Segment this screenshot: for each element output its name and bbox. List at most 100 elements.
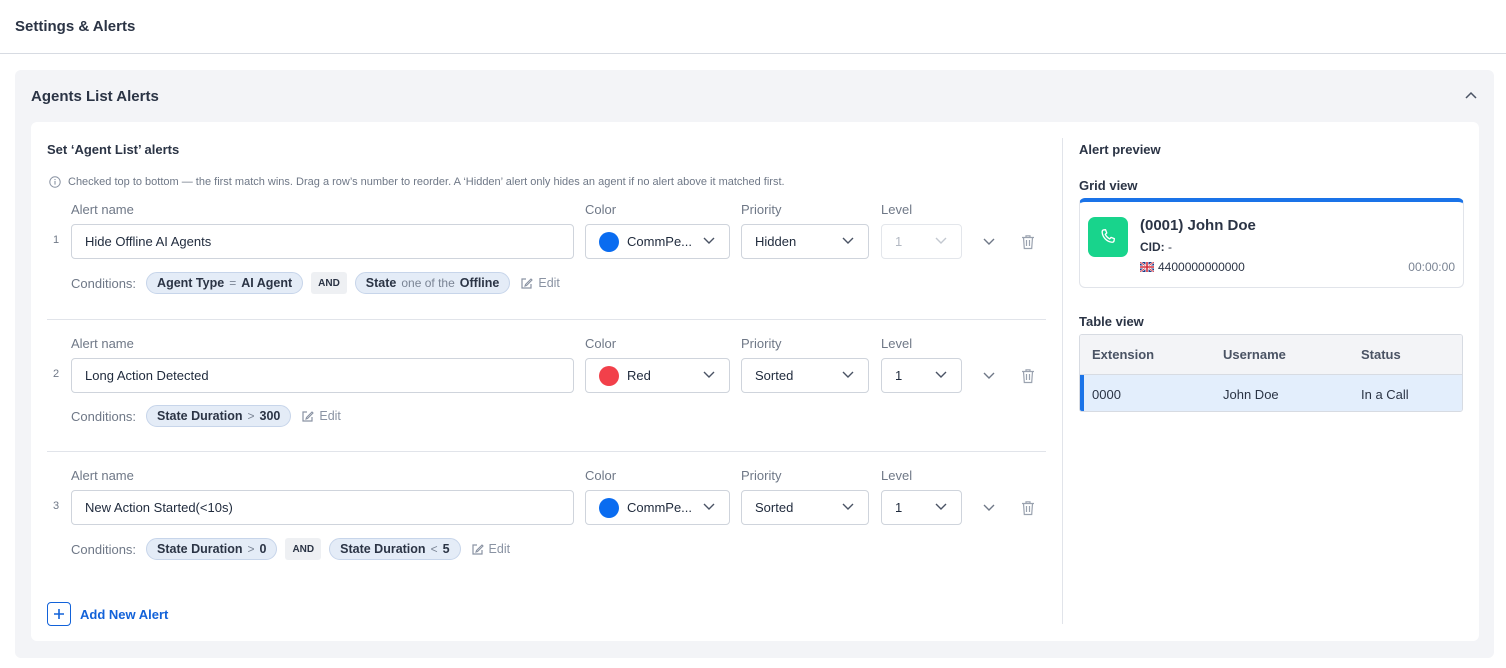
- color-value: Red: [627, 368, 651, 383]
- priority-label: Priority: [741, 468, 782, 483]
- trash-icon[interactable]: [1021, 500, 1035, 516]
- level-label: Level: [881, 468, 913, 483]
- conditions-row: Conditions: State Duration > 0 AND State…: [71, 538, 510, 560]
- info-line: Checked top to bottom — the first match …: [49, 176, 785, 188]
- preview-title: Alert preview: [1079, 142, 1161, 157]
- uk-flag-icon: [1140, 262, 1154, 272]
- priority-select[interactable]: Sorted: [741, 490, 869, 525]
- level-value: 1: [895, 368, 903, 383]
- table-header: Extension Username Status: [1080, 335, 1462, 375]
- cell-extension: 0000: [1092, 387, 1121, 402]
- condition-chip[interactable]: State Duration > 0: [146, 538, 278, 560]
- call-timer: 00:00:00: [1408, 260, 1455, 274]
- chevron-down-icon: [935, 237, 947, 244]
- expand-chevron-icon[interactable]: [982, 236, 996, 248]
- color-swatch: [599, 497, 619, 518]
- header-status: Status: [1361, 347, 1401, 362]
- condition-operator: one of the: [401, 276, 455, 290]
- expand-chevron-icon[interactable]: [982, 370, 996, 382]
- info-text: Checked top to bottom — the first match …: [68, 176, 785, 188]
- edit-conditions-button[interactable]: Edit: [301, 409, 341, 423]
- conditions-label: Conditions:: [71, 275, 137, 291]
- alert-name-label: Alert name: [71, 202, 134, 217]
- grid-view-title: Grid view: [1079, 178, 1138, 193]
- color-swatch: [599, 231, 619, 252]
- cell-status: In a Call: [1361, 387, 1409, 402]
- cell-username: John Doe: [1223, 387, 1279, 402]
- condition-value: 300: [259, 409, 281, 423]
- color-select[interactable]: CommPe...: [585, 490, 730, 525]
- condition-chip[interactable]: State one of the Offline: [354, 272, 511, 294]
- agent-name: (0001) John Doe: [1140, 217, 1256, 234]
- color-label: Color: [585, 468, 617, 483]
- condition-field: State Duration: [157, 409, 243, 423]
- cid-label: CID:: [1140, 240, 1165, 254]
- trash-icon[interactable]: [1021, 368, 1035, 384]
- chevron-down-icon: [703, 503, 715, 510]
- priority-value: Sorted: [755, 368, 794, 383]
- vertical-divider: [1062, 138, 1063, 624]
- condition-operator: =: [229, 276, 237, 290]
- condition-field: State Duration: [340, 542, 426, 556]
- chevron-down-icon: [703, 237, 715, 244]
- editor-title: Set ‘Agent List’ alerts: [47, 142, 180, 157]
- cid-value: -: [1168, 240, 1173, 254]
- alerts-card: Set ‘Agent List’ alerts Checked top to b…: [31, 122, 1479, 641]
- level-label: Level: [881, 202, 913, 217]
- color-select[interactable]: CommPe...: [585, 224, 730, 259]
- agents-list-alerts-panel: Agents List Alerts Set ‘Agent List’ aler…: [15, 70, 1494, 658]
- edit-icon: [302, 410, 315, 422]
- condition-value: 5: [442, 542, 450, 556]
- condition-chip[interactable]: State Duration > 300: [146, 405, 292, 427]
- edit-conditions-button[interactable]: Edit: [520, 276, 560, 290]
- drag-handle-number[interactable]: 2: [53, 368, 59, 380]
- chevron-down-icon: [703, 371, 715, 378]
- color-swatch: [599, 365, 619, 386]
- edit-label: Edit: [538, 276, 560, 290]
- trash-icon[interactable]: [1021, 234, 1035, 250]
- chevron-down-icon: [935, 371, 947, 378]
- condition-chip[interactable]: State Duration < 5: [329, 538, 461, 560]
- level-value: 1: [895, 500, 903, 515]
- priority-select[interactable]: Sorted: [741, 358, 869, 393]
- condition-operator: <: [430, 542, 438, 556]
- drag-handle-number[interactable]: 1: [53, 234, 59, 246]
- add-new-alert-button[interactable]: Add New Alert: [47, 602, 168, 626]
- and-tag: AND: [285, 538, 322, 560]
- table-row[interactable]: 0000 John Doe In a Call: [1080, 375, 1462, 411]
- edit-label: Edit: [319, 409, 341, 423]
- edit-label: Edit: [488, 542, 511, 556]
- plus-icon: [47, 602, 71, 626]
- info-icon: [49, 176, 61, 188]
- level-select[interactable]: 1: [881, 358, 962, 393]
- priority-value: Sorted: [755, 500, 794, 515]
- chevron-up-icon[interactable]: [1464, 88, 1478, 102]
- alert-row-2: 2 Alert name Long Action Detected Color …: [47, 324, 1046, 454]
- conditions-label: Conditions:: [71, 408, 137, 424]
- alert-name-input[interactable]: Long Action Detected: [71, 358, 574, 393]
- condition-operator: >: [247, 409, 255, 423]
- alert-row-3: 3 Alert name New Action Started(<10s) Co…: [47, 456, 1046, 586]
- add-new-alert-label: Add New Alert: [80, 606, 169, 622]
- edit-conditions-button[interactable]: Edit: [471, 542, 511, 556]
- alert-row-1: 1 Alert name Hide Offline AI Agents Colo…: [47, 190, 1046, 320]
- row-divider: [47, 451, 1046, 452]
- level-select[interactable]: 1: [881, 490, 962, 525]
- alert-name-input[interactable]: Hide Offline AI Agents: [71, 224, 574, 259]
- expand-chevron-icon[interactable]: [982, 502, 996, 514]
- priority-label: Priority: [741, 202, 782, 217]
- condition-chip[interactable]: Agent Type = AI Agent: [146, 272, 304, 294]
- alert-name-input[interactable]: New Action Started(<10s): [71, 490, 574, 525]
- page-title: Settings & Alerts: [15, 18, 136, 35]
- drag-handle-number[interactable]: 3: [53, 500, 59, 512]
- chevron-down-icon: [935, 503, 947, 510]
- edit-icon: [521, 277, 534, 289]
- color-select[interactable]: Red: [585, 358, 730, 393]
- color-value: CommPe...: [627, 234, 693, 249]
- panel-title: Agents List Alerts: [31, 88, 159, 105]
- condition-value: AI Agent: [241, 276, 293, 290]
- agent-grid-card: (0001) John Doe CID: - 4400000000000 00:…: [1079, 198, 1464, 288]
- priority-select[interactable]: Hidden: [741, 224, 869, 259]
- conditions-row: Conditions: State Duration > 300 Edit: [71, 405, 341, 427]
- chevron-down-icon: [842, 237, 854, 244]
